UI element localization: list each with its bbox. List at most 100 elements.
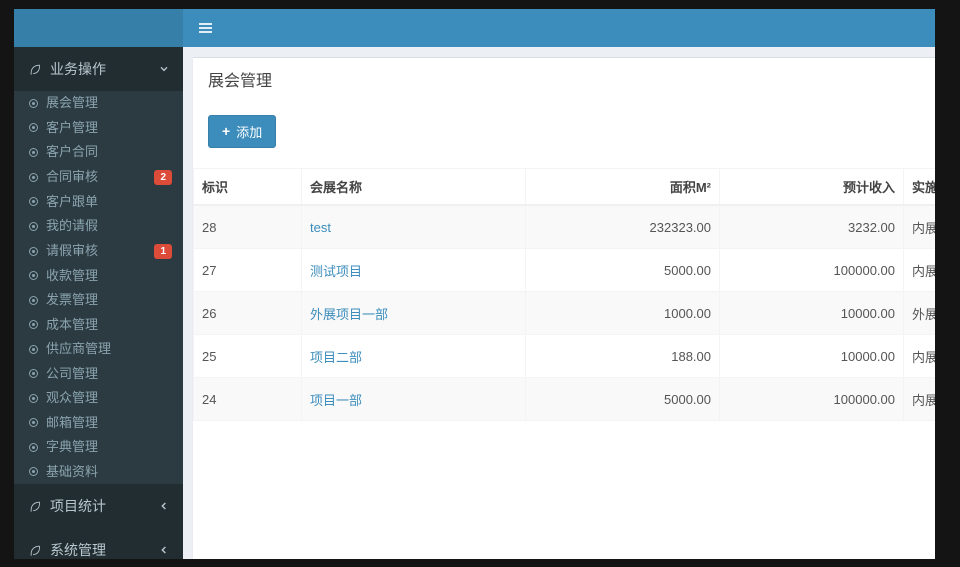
notification-badge: 1	[154, 243, 172, 259]
exhibition-table: 标识会展名称面积M²预计收入实施部门 28 test 232323.00 323…	[193, 168, 935, 421]
cell-name: 项目一部	[301, 377, 526, 421]
sidebar: 业务操作 展会管理 客户管理 客户合同 合同审核 2 客户跟单 我的请假 请假审…	[14, 47, 183, 559]
chevron-left-icon	[159, 545, 169, 555]
leaf-icon	[28, 63, 41, 76]
cell-id: 24	[193, 377, 302, 421]
sidebar-menu-item[interactable]: 收款管理	[14, 264, 183, 289]
sidebar-section-project-stats[interactable]: 项目统计	[14, 484, 183, 528]
sidebar-item-label: 收款管理	[46, 267, 99, 283]
sidebar-toggle-button[interactable]	[183, 9, 227, 47]
sidebar-item-label: 我的请假	[46, 218, 99, 233]
leaf-icon	[28, 544, 41, 557]
table-column-header: 实施部门	[903, 168, 935, 206]
sidebar-item-label: 成本管理	[46, 316, 99, 332]
sidebar-menu-item[interactable]: 展会管理	[14, 91, 183, 116]
sidebar-menu-item[interactable]: 发票管理	[14, 288, 183, 313]
bullseye-icon	[29, 442, 38, 452]
exhibition-link[interactable]: 项目一部	[310, 393, 362, 408]
top-navbar	[183, 9, 935, 47]
sidebar-section-system[interactable]: 系统管理	[14, 528, 183, 559]
add-button[interactable]: + 添加	[208, 115, 277, 148]
cell-dept: 内展项目部	[903, 334, 935, 378]
table-row: 24 项目一部 5000.00 100000.00 内展项目部	[193, 377, 935, 421]
sidebar-item-label: 公司管理	[46, 365, 99, 381]
sidebar-section-label: 项目统计	[50, 498, 106, 514]
sidebar-menu-item[interactable]: 合同审核 2	[14, 165, 183, 190]
table-column-header: 面积M²	[525, 168, 720, 206]
sidebar-item-label: 客户合同	[46, 144, 99, 159]
cell-area: 5000.00	[525, 248, 720, 292]
bullseye-icon	[29, 271, 38, 281]
sidebar-menu-item[interactable]: 基础资料	[14, 460, 183, 485]
sidebar-submenu: 展会管理 客户管理 客户合同 合同审核 2 客户跟单 我的请假 请假审核 1 收…	[14, 91, 183, 484]
bullseye-icon	[29, 147, 38, 157]
cell-name: 项目二部	[301, 334, 526, 378]
page-title: 展会管理	[208, 73, 273, 90]
sidebar-section-label: 业务操作	[50, 61, 106, 77]
bullseye-icon	[29, 246, 38, 256]
leaf-icon	[28, 500, 41, 513]
table-row: 27 测试项目 5000.00 100000.00 内展项目部	[193, 248, 935, 292]
sidebar-item-label: 供应商管理	[46, 341, 112, 356]
bullseye-icon	[29, 467, 38, 477]
sidebar-menu-item[interactable]: 成本管理	[14, 313, 183, 338]
sidebar-item-label: 基础资料	[46, 463, 99, 479]
table-header-row: 标识会展名称面积M²预计收入实施部门	[193, 168, 935, 206]
bullseye-icon	[29, 197, 38, 207]
sidebar-menu-item[interactable]: 公司管理	[14, 362, 183, 387]
cell-name: test	[301, 204, 526, 249]
sidebar-menu-item[interactable]: 客户跟单	[14, 190, 183, 215]
bullseye-icon	[29, 393, 38, 403]
sidebar-item-label: 请假审核	[46, 242, 99, 258]
bullseye-icon	[29, 123, 38, 133]
table-row: 25 项目二部 188.00 10000.00 内展项目部	[193, 334, 935, 378]
cell-income: 100000.00	[719, 377, 904, 421]
sidebar-menu-item[interactable]: 观众管理	[14, 386, 183, 411]
bullseye-icon	[29, 295, 38, 305]
sidebar-item-label: 邮箱管理	[46, 414, 99, 430]
cell-income: 3232.00	[719, 204, 904, 249]
cell-area: 232323.00	[525, 204, 720, 249]
cell-id: 27	[193, 248, 302, 292]
exhibition-panel: 展会管理 + 添加 标识会展名称面积M²预计收入实施部门 28 test 232…	[193, 57, 935, 559]
cell-area: 188.00	[525, 334, 720, 378]
table-column-header: 会展名称	[301, 168, 526, 206]
sidebar-item-label: 字典管理	[46, 439, 99, 454]
sidebar-item-label: 客户管理	[46, 119, 99, 135]
cell-area: 5000.00	[525, 377, 720, 421]
hamburger-icon	[198, 23, 212, 25]
bullseye-icon	[29, 418, 38, 428]
sidebar-menu-item[interactable]: 我的请假	[14, 214, 183, 239]
bullseye-icon	[29, 98, 38, 108]
sidebar-item-label: 发票管理	[46, 292, 99, 307]
sidebar-menu-item[interactable]: 邮箱管理	[14, 411, 183, 436]
cell-area: 1000.00	[525, 291, 720, 335]
exhibition-link[interactable]: 外展项目一部	[310, 307, 388, 322]
sidebar-menu-item[interactable]: 客户管理	[14, 116, 183, 141]
sidebar-item-label: 展会管理	[46, 95, 99, 110]
cell-id: 26	[193, 291, 302, 335]
table-row: 26 外展项目一部 1000.00 10000.00 外展项目部	[193, 291, 935, 335]
exhibition-link[interactable]: 测试项目	[310, 264, 362, 279]
sidebar-section-label: 系统管理	[50, 542, 106, 558]
bullseye-icon	[29, 369, 38, 379]
cell-dept: 内展项目部	[903, 248, 935, 292]
exhibition-link[interactable]: test	[310, 220, 331, 235]
sidebar-menu-item[interactable]: 请假审核 1	[14, 239, 183, 264]
table-column-header: 预计收入	[719, 168, 904, 206]
sidebar-item-label: 合同审核	[46, 168, 99, 184]
cell-dept: 内展项目部	[903, 204, 935, 249]
plus-icon: +	[222, 123, 231, 139]
sidebar-menu-item[interactable]: 客户合同	[14, 140, 183, 165]
sidebar-section-business-ops[interactable]: 业务操作	[14, 47, 183, 91]
logo-area	[14, 9, 183, 47]
cell-income: 10000.00	[719, 334, 904, 378]
cell-dept: 内展项目部	[903, 377, 935, 421]
cell-dept: 外展项目部	[903, 291, 935, 335]
sidebar-item-label: 观众管理	[46, 390, 99, 405]
exhibition-link[interactable]: 项目二部	[310, 350, 362, 365]
sidebar-menu-item[interactable]: 字典管理	[14, 435, 183, 460]
chevron-down-icon	[159, 64, 169, 74]
sidebar-menu-item[interactable]: 供应商管理	[14, 337, 183, 362]
bullseye-icon	[29, 344, 38, 354]
